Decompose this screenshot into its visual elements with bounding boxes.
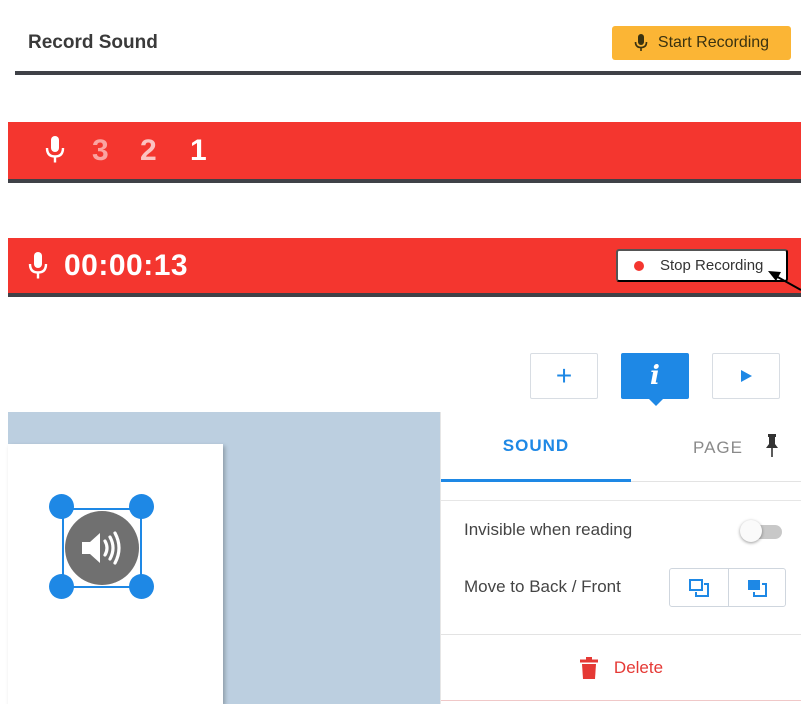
info-button[interactable]: i bbox=[621, 353, 689, 406]
tab-page[interactable]: PAGE bbox=[693, 438, 743, 458]
delete-button[interactable]: Delete bbox=[441, 635, 801, 700]
record-sound-header: Record Sound Start Recording bbox=[15, 0, 801, 75]
info-icon: i bbox=[650, 361, 660, 391]
start-recording-label: Start Recording bbox=[657, 34, 770, 51]
stop-recording-label: Stop Recording bbox=[660, 257, 764, 274]
resize-handle-top-left[interactable] bbox=[49, 494, 74, 519]
invisible-when-reading-toggle[interactable] bbox=[740, 520, 782, 542]
microphone-icon bbox=[45, 136, 65, 163]
resize-handle-bottom-right[interactable] bbox=[129, 574, 154, 599]
add-element-button[interactable]: + bbox=[530, 353, 598, 399]
trash-icon bbox=[579, 656, 598, 679]
record-sound-title: Record Sound bbox=[28, 32, 158, 53]
properties-panel: SOUND PAGE Invisible when reading Move t… bbox=[440, 412, 801, 704]
plus-icon: + bbox=[555, 360, 573, 391]
panel-bottom-border bbox=[441, 700, 801, 701]
resize-handle-top-right[interactable] bbox=[129, 494, 154, 519]
resize-handle-bottom-left[interactable] bbox=[49, 574, 74, 599]
recording-bar: 00:00:13 Stop Recording bbox=[8, 238, 801, 297]
cursor-arrow-icon bbox=[768, 271, 801, 291]
recording-timer: 00:00:13 bbox=[64, 249, 189, 282]
bring-to-front-icon bbox=[747, 579, 767, 597]
move-back-front-label: Move to Back / Front bbox=[464, 577, 621, 596]
microphone-icon bbox=[634, 34, 648, 51]
countdown-number-2: 2 bbox=[140, 134, 157, 167]
speaker-icon bbox=[82, 531, 121, 565]
start-recording-button[interactable]: Start Recording bbox=[612, 26, 791, 60]
stop-recording-button[interactable]: Stop Recording bbox=[616, 249, 788, 282]
layer-order-group bbox=[669, 568, 786, 607]
sound-object[interactable] bbox=[65, 511, 139, 585]
send-to-back-icon bbox=[688, 578, 709, 597]
pin-icon[interactable] bbox=[765, 434, 779, 458]
countdown-number-1: 1 bbox=[190, 134, 207, 167]
invisible-when-reading-label: Invisible when reading bbox=[464, 520, 633, 539]
sound-object-selected[interactable] bbox=[62, 508, 142, 588]
countdown-bar: 3 2 1 bbox=[8, 122, 801, 183]
panel-tabs: SOUND PAGE bbox=[441, 412, 801, 482]
microphone-icon bbox=[28, 252, 48, 279]
play-button[interactable] bbox=[712, 353, 780, 399]
bring-to-front-button[interactable] bbox=[727, 569, 786, 606]
delete-label: Delete bbox=[613, 657, 664, 677]
play-icon bbox=[741, 370, 752, 382]
info-caret bbox=[648, 398, 664, 406]
countdown-number-3: 3 bbox=[92, 134, 109, 167]
toggle-knob bbox=[740, 520, 762, 542]
send-to-back-button[interactable] bbox=[670, 569, 728, 606]
tab-sound[interactable]: SOUND bbox=[441, 412, 631, 482]
record-dot-icon bbox=[634, 260, 644, 271]
panel-divider bbox=[441, 500, 801, 501]
